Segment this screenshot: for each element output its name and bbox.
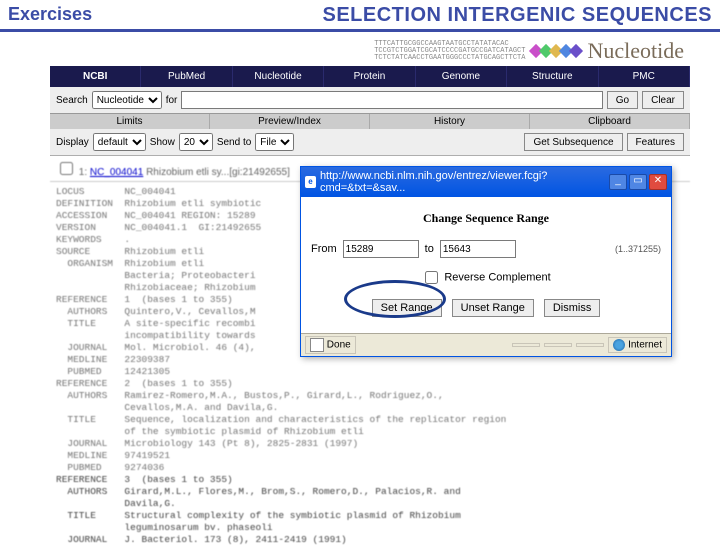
set-range-button[interactable]: Set Range — [372, 299, 442, 317]
dna-text-decor: TTTCATTGCGGCCAAGTAATGCCTATATACACTCCGTCTG… — [374, 41, 525, 62]
result-checkbox[interactable] — [60, 162, 73, 175]
go-button[interactable]: Go — [607, 91, 638, 109]
dismiss-button[interactable]: Dismiss — [544, 299, 601, 317]
get-subsequence-button[interactable]: Get Subsequence — [524, 133, 622, 151]
internet-zone-icon — [613, 339, 625, 351]
dialog-titlebar[interactable]: e http://www.ncbi.nlm.nih.gov/entrez/vie… — [301, 167, 671, 197]
to-input[interactable] — [440, 240, 516, 258]
maximize-button[interactable]: ▭ — [629, 174, 647, 190]
sub-nav: Limits Preview/Index History Clipboard — [50, 114, 690, 129]
done-icon — [310, 338, 324, 352]
slide-title: SELECTION INTERGENIC SEQUENCES — [323, 4, 713, 27]
dialog-statusbar: Done Internet — [301, 333, 671, 356]
nav-nucleotide[interactable]: Nucleotide — [233, 66, 324, 87]
dialog-heading: Change Sequence Range — [311, 211, 661, 226]
from-input[interactable] — [343, 240, 419, 258]
subnav-clipboard[interactable]: Clipboard — [530, 114, 690, 129]
nucleotide-word: Nucleotide — [587, 38, 684, 64]
slide-left-label: Exercises — [8, 4, 92, 25]
status-zone: Internet — [628, 340, 662, 351]
range-max-label: (1..371255) — [615, 244, 661, 254]
result-index: 1: — [79, 167, 87, 178]
subnav-limits[interactable]: Limits — [50, 114, 210, 129]
subnav-preview[interactable]: Preview/Index — [210, 114, 370, 129]
to-label: to — [425, 243, 434, 255]
header-rule — [0, 29, 720, 32]
sendto-label: Send to — [217, 137, 251, 148]
nav-protein[interactable]: Protein — [324, 66, 415, 87]
show-label: Show — [150, 137, 175, 148]
result-accession-link[interactable]: NC_004041 — [90, 167, 143, 178]
nav-ncbi[interactable]: NCBI — [50, 66, 141, 87]
nav-pubmed[interactable]: PubMed — [141, 66, 232, 87]
sendto-select[interactable]: File — [255, 133, 294, 151]
display-label: Display — [56, 137, 89, 148]
nucleotide-banner: TTTCATTGCGGCCAAGTAATGCCTATATACACTCCGTCTG… — [50, 36, 690, 66]
features-button[interactable]: Features — [627, 133, 684, 151]
search-bar: Search Nucleotide for Go Clear — [50, 87, 690, 114]
nav-structure[interactable]: Structure — [507, 66, 598, 87]
from-label: From — [311, 243, 337, 255]
unset-range-button[interactable]: Unset Range — [452, 299, 534, 317]
shapes-decor — [531, 46, 581, 56]
subnav-history[interactable]: History — [370, 114, 530, 129]
top-navbar: NCBI PubMed Nucleotide Protein Genome St… — [50, 66, 690, 87]
result-desc: Rhizobium etli sy...[gi:21492655] — [146, 167, 290, 178]
close-button[interactable]: ✕ — [649, 174, 667, 190]
search-label: Search — [56, 95, 88, 106]
search-input[interactable] — [181, 91, 602, 109]
show-count-select[interactable]: 20 — [179, 133, 213, 151]
for-label: for — [166, 95, 178, 106]
nav-pmc[interactable]: PMC — [599, 66, 690, 87]
search-db-select[interactable]: Nucleotide — [92, 91, 162, 109]
dialog-url: http://www.ncbi.nlm.nih.gov/entrez/viewe… — [320, 170, 605, 194]
clear-button[interactable]: Clear — [642, 91, 684, 109]
ie-icon: e — [305, 176, 316, 188]
display-bar: Display default Show 20 Send to File Get… — [50, 129, 690, 156]
minimize-button[interactable]: _ — [609, 174, 627, 190]
nav-genome[interactable]: Genome — [416, 66, 507, 87]
reverse-complement-checkbox[interactable] — [425, 271, 438, 284]
change-range-dialog: e http://www.ncbi.nlm.nih.gov/entrez/vie… — [300, 166, 672, 357]
display-format-select[interactable]: default — [93, 133, 146, 151]
reverse-complement-label: Reverse Complement — [444, 271, 550, 283]
status-done: Done — [327, 340, 351, 351]
